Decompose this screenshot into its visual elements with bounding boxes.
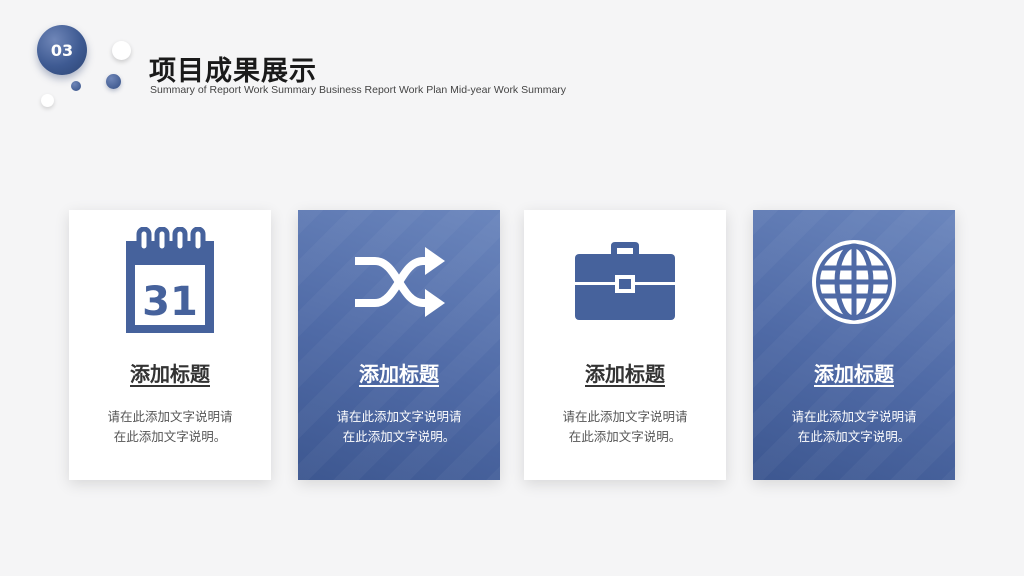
- shuffle-icon: [298, 232, 500, 332]
- card-title: 添加标题: [359, 362, 439, 386]
- section-number-badge: 03: [37, 25, 87, 75]
- card-1: 31 添加标题 请在此添加文字说明请 在此添加文字说明。: [69, 210, 271, 480]
- card-description-line: 请在此添加文字说明请: [336, 409, 462, 424]
- globe-icon: [753, 232, 955, 332]
- card-title: 添加标题: [585, 362, 665, 386]
- card-title: 添加标题: [814, 362, 894, 386]
- decor-bubble: [71, 81, 81, 91]
- card-3: 添加标题 请在此添加文字说明请 在此添加文字说明。: [524, 210, 726, 480]
- section-number: 03: [50, 40, 74, 60]
- briefcase-icon: [524, 232, 726, 332]
- calendar-day: 31: [142, 279, 198, 325]
- decor-bubble: [106, 74, 121, 89]
- card-description-line: 在此添加文字说明。: [797, 429, 911, 444]
- card-description: 请在此添加文字说明请 在此添加文字说明。: [773, 407, 935, 447]
- card-description: 请在此添加文字说明请 在此添加文字说明。: [318, 407, 480, 447]
- calendar-icon: 31: [69, 227, 271, 333]
- card-description-line: 在此添加文字说明。: [568, 429, 682, 444]
- card-description-line: 在此添加文字说明。: [342, 429, 456, 444]
- card-description-line: 请在此添加文字说明请: [791, 409, 917, 424]
- card-description-line: 请在此添加文字说明请: [107, 409, 233, 424]
- card-2: 添加标题 请在此添加文字说明请 在此添加文字说明。: [298, 210, 500, 480]
- card-title: 添加标题: [130, 362, 210, 386]
- decor-bubble: [41, 94, 54, 107]
- card-description-line: 在此添加文字说明。: [113, 429, 227, 444]
- card-description-line: 请在此添加文字说明请: [562, 409, 688, 424]
- card-description: 请在此添加文字说明请 在此添加文字说明。: [89, 407, 251, 447]
- decor-bubble: [112, 41, 131, 60]
- page-subtitle: Summary of Report Work Summary Business …: [150, 84, 567, 96]
- card-4: 添加标题 请在此添加文字说明请 在此添加文字说明。: [753, 210, 955, 480]
- card-description: 请在此添加文字说明请 在此添加文字说明。: [544, 407, 706, 447]
- page-title: 项目成果展示: [149, 56, 317, 87]
